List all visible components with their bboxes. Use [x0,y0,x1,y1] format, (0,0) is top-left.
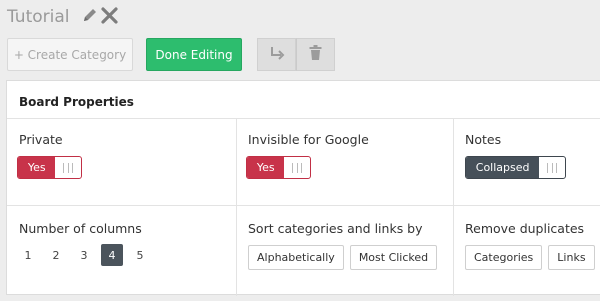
column-option-5[interactable]: 5 [129,244,151,266]
trash-icon [309,45,322,64]
divider [453,118,454,296]
column-option-4[interactable]: 4 [101,244,123,266]
move-arrow-icon [269,45,285,64]
duplicates-options: Categories Links [465,245,595,270]
invisible-google-label: Invisible for Google [248,132,369,147]
done-editing-button[interactable]: Done Editing [146,38,242,71]
board-title: Tutorial [7,7,70,27]
remove-duplicate-links-button[interactable]: Links [548,245,595,270]
toggle-knob-icon [284,157,310,178]
remove-duplicate-categories-button[interactable]: Categories [465,245,543,270]
toggle-knob-icon [55,157,81,178]
columns-label: Number of columns [19,221,142,236]
private-label: Private [19,132,63,147]
private-toggle[interactable]: Yes [17,156,82,179]
notes-label: Notes [465,132,502,147]
column-option-2[interactable]: 2 [45,244,67,266]
board-properties-panel: Board Properties Private Yes Invisible f… [6,80,600,296]
sort-label: Sort categories and links by [248,221,423,236]
column-option-1[interactable]: 1 [17,244,39,266]
column-option-3[interactable]: 3 [73,244,95,266]
icon-button-group [257,38,335,71]
private-toggle-state: Yes [18,157,56,178]
divider [236,118,237,296]
invisible-google-toggle[interactable]: Yes [246,156,311,179]
move-button[interactable] [257,38,296,71]
duplicates-label: Remove duplicates [465,221,585,236]
notes-toggle-state: Collapsed [466,157,540,178]
invisible-google-toggle-state: Yes [247,157,285,178]
column-count-selector: 1 2 3 4 5 [17,244,157,266]
sort-alphabetically-button[interactable]: Alphabetically [248,245,344,270]
delete-button[interactable] [296,38,335,71]
create-category-button[interactable]: + Create Category [7,38,133,71]
toggle-knob-icon [539,157,565,178]
pencil-icon[interactable] [82,7,98,27]
notes-toggle[interactable]: Collapsed [465,156,566,179]
sort-most-clicked-button[interactable]: Most Clicked [349,245,438,270]
title-icons [82,6,118,28]
close-icon[interactable] [100,6,118,28]
board-title-row: Tutorial [7,3,118,31]
sort-options: Alphabetically Most Clicked [248,245,438,270]
panel-heading: Board Properties [19,95,134,109]
divider [7,205,600,206]
toolbar: + Create Category Done Editing [7,38,335,71]
divider [7,118,600,119]
